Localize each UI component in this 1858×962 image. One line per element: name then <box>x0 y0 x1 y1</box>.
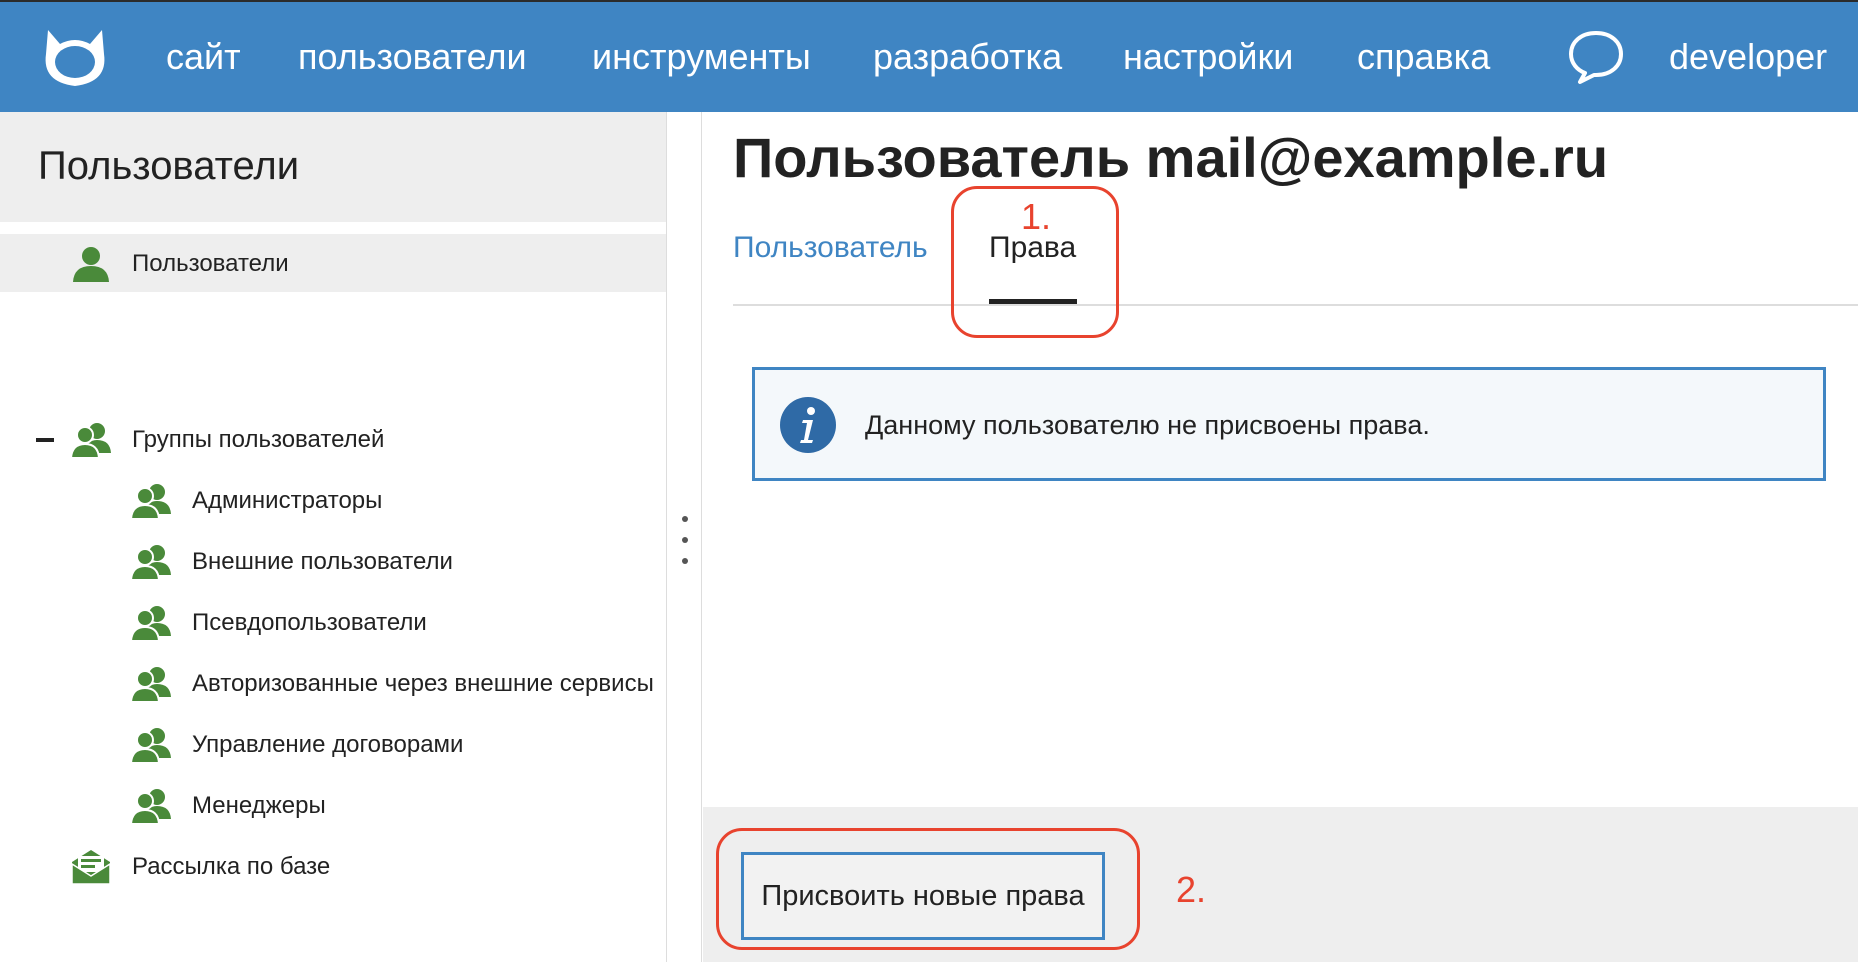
users-group-icon <box>130 484 171 520</box>
chat-bubble-icon[interactable] <box>1566 28 1626 86</box>
info-icon <box>780 397 836 453</box>
nav-users[interactable]: пользователи <box>298 35 527 79</box>
splitter-grip-icon <box>682 537 688 543</box>
annotation-highlight-button <box>716 828 1140 950</box>
splitter-grip-icon <box>682 516 688 522</box>
nav-tools[interactable]: инструменты <box>592 35 811 79</box>
user-menu[interactable]: developer <box>1669 35 1827 79</box>
tree-item-oauth-users[interactable]: Авторизованные через внешние сервисы <box>120 654 666 712</box>
tabs-divider <box>733 304 1858 306</box>
tree-item-label: Менеджеры <box>192 792 326 819</box>
mail-icon <box>71 850 111 885</box>
tree-item-contract-management[interactable]: Управление договорами <box>120 715 666 773</box>
tree-item-user-groups[interactable]: Группы пользователей <box>60 410 666 468</box>
user-icon <box>73 247 109 282</box>
cat-logo-icon[interactable] <box>40 26 110 90</box>
users-group-icon <box>130 789 171 825</box>
tree-item-label: Внешние пользователи <box>192 548 453 575</box>
users-group-icon <box>130 545 171 581</box>
tree-item-label: Авторизованные через внешние сервисы <box>192 670 654 697</box>
nav-development[interactable]: разработка <box>873 35 1062 79</box>
annotation-step-1: 1. <box>1021 196 1052 237</box>
users-group-icon <box>70 423 111 459</box>
nav-settings[interactable]: настройки <box>1123 35 1293 79</box>
info-message-text: Данному пользователю не присвоены права. <box>865 410 1430 440</box>
tree-item-label: Администраторы <box>192 487 383 514</box>
users-group-icon <box>130 606 171 642</box>
tree-item-label: Рассылка по базе <box>132 853 331 880</box>
nav-help[interactable]: справка <box>1357 35 1490 79</box>
sidebar-header: Пользователи <box>0 112 666 222</box>
tree-item-label: Пользователи <box>132 250 289 277</box>
tree-item-mailing[interactable]: Рассылка по базе <box>60 837 666 895</box>
panel-splitter[interactable] <box>666 112 702 962</box>
users-group-icon <box>130 667 171 703</box>
tree-item-label: Управление договорами <box>192 731 464 758</box>
users-group-icon <box>130 728 171 764</box>
page-title: Пользователь mail@example.ru <box>733 126 1609 189</box>
tree-item-pseudo-users[interactable]: Псевдопользователи <box>120 593 666 651</box>
tree-item-label: Группы пользователей <box>132 426 385 453</box>
tree-item-administrators[interactable]: Администраторы <box>120 471 666 529</box>
sidebar: Пользователи Пользователи Группы пользов… <box>0 112 666 962</box>
nav-site[interactable]: сайт <box>166 35 241 79</box>
tree-item-users[interactable]: Пользователи <box>0 234 666 292</box>
info-message-box: Данному пользователю не присвоены права. <box>752 367 1826 481</box>
sidebar-title: Пользователи <box>38 144 300 188</box>
top-navbar: сайт пользователи инструменты разработка… <box>0 0 1858 112</box>
annotation-step-2: 2. <box>1176 869 1207 910</box>
splitter-grip-icon <box>682 558 688 564</box>
tree-item-managers[interactable]: Менеджеры <box>120 776 666 834</box>
tree-item-external-users[interactable]: Внешние пользователи <box>120 532 666 590</box>
tree-item-label: Псевдопользователи <box>192 609 427 636</box>
collapse-toggle-icon[interactable] <box>36 438 54 442</box>
tab-user[interactable]: Пользователь <box>733 230 928 266</box>
